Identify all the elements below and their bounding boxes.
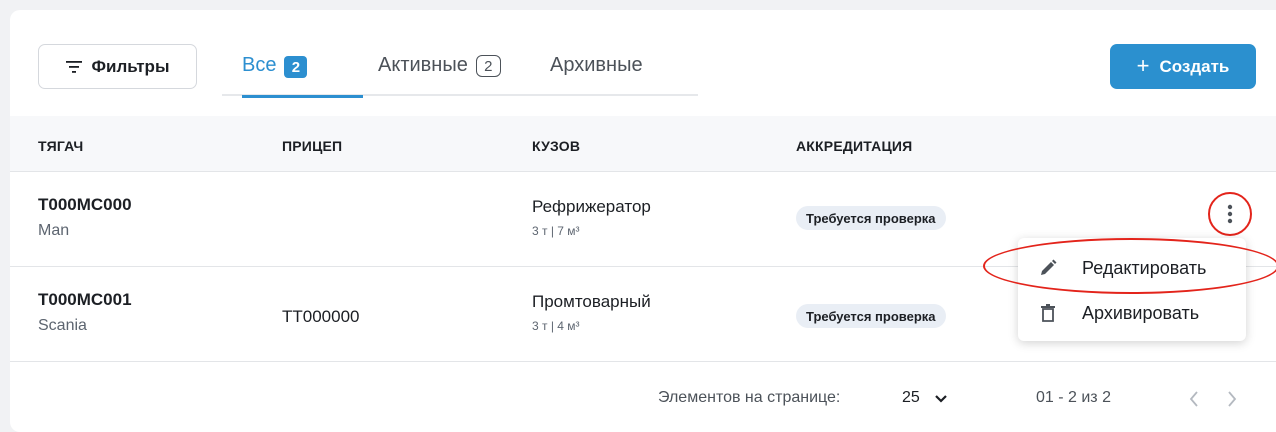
pagination: Элементов на странице: 25 01 - 2 из 2 — [10, 362, 1276, 432]
tractor-brand: Man — [38, 222, 70, 239]
body-specs: 3 т | 7 м³ — [532, 224, 580, 238]
status-badge: Требуется проверка — [796, 304, 946, 328]
status-badge: Требуется проверка — [796, 206, 946, 230]
column-header-tractor[interactable]: ТЯГАЧ — [38, 138, 83, 154]
create-label: Создать — [1159, 56, 1230, 76]
menu-item-archive[interactable]: Архивировать — [1018, 293, 1246, 333]
annotation-ellipse — [983, 238, 1276, 294]
tab-all[interactable]: Все 2 — [242, 54, 363, 98]
tab-archived[interactable]: Архивные — [550, 54, 643, 96]
tab-archived-label: Архивные — [550, 54, 643, 76]
chevron-left-icon[interactable] — [1188, 390, 1200, 408]
row-actions-button[interactable] — [1208, 192, 1252, 236]
tractor-number: Т000МС001 — [38, 290, 132, 309]
column-header-body[interactable]: КУЗОВ — [532, 138, 580, 154]
tab-active[interactable]: Активные 2 — [378, 54, 501, 96]
chevron-down-icon[interactable] — [934, 394, 948, 404]
body-type: Промтоварный — [532, 292, 651, 311]
page-range: 01 - 2 из 2 — [1036, 389, 1111, 406]
vehicles-card: Фильтры Все 2 Активные 2 Архивные + Созд… — [10, 10, 1276, 432]
tab-active-count: 2 — [475, 55, 501, 77]
filters-label: Фильтры — [91, 56, 170, 76]
menu-item-archive-label: Архивировать — [1082, 302, 1200, 323]
more-vertical-icon — [1227, 204, 1233, 224]
toolbar: Фильтры Все 2 Активные 2 Архивные + Созд… — [10, 10, 1276, 126]
filters-button[interactable]: Фильтры — [38, 44, 197, 89]
tab-all-label: Все — [242, 54, 277, 76]
tractor-number: Т000МС000 — [38, 195, 132, 214]
trash-icon — [1038, 303, 1058, 323]
column-header-trailer[interactable]: ПРИЦЕП — [282, 138, 342, 154]
per-page-select[interactable]: 25 — [902, 389, 920, 407]
chevron-right-icon[interactable] — [1226, 390, 1238, 408]
table-header: ТЯГАЧ ПРИЦЕП КУЗОВ АККРЕДИТАЦИЯ — [10, 116, 1276, 172]
tractor-brand: Scania — [38, 317, 87, 334]
body-type: Рефрижератор — [532, 197, 651, 216]
tab-active-label: Активные — [378, 54, 468, 76]
trailer-number: ТТ000000 — [282, 307, 360, 326]
body-specs: 3 т | 4 м³ — [532, 319, 580, 333]
status-tabs: Все 2 Активные 2 Архивные — [222, 54, 698, 98]
plus-icon: + — [1136, 52, 1150, 78]
create-button[interactable]: + Создать — [1110, 44, 1256, 89]
filter-icon — [65, 60, 82, 73]
column-header-accreditation[interactable]: АККРЕДИТАЦИЯ — [796, 138, 912, 154]
per-page-label: Элементов на странице: — [658, 389, 841, 406]
tab-all-count: 2 — [284, 56, 308, 78]
